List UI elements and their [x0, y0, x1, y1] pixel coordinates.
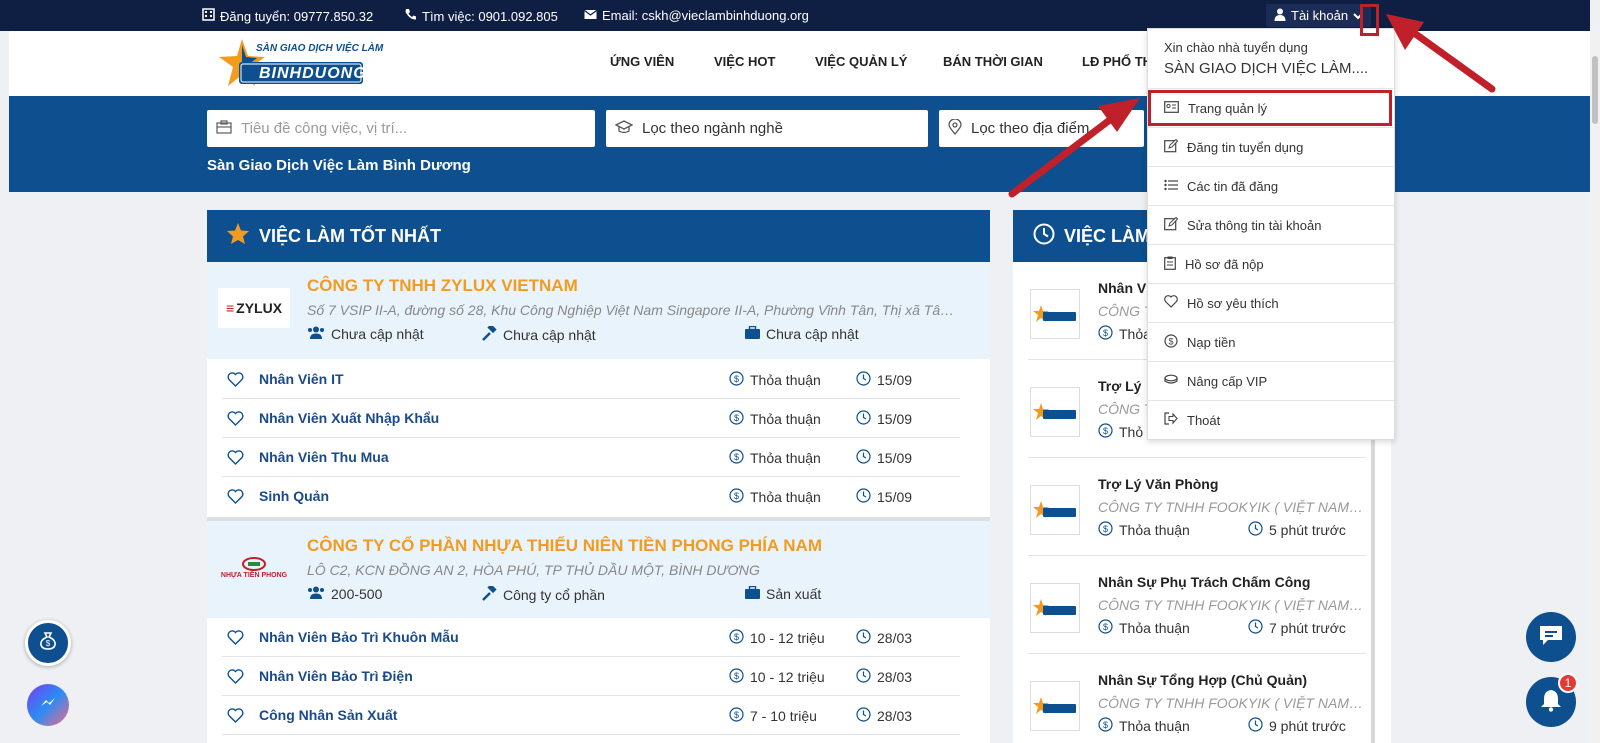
svg-text:$: $ — [46, 639, 51, 648]
page-scrollbar[interactable] — [1590, 31, 1600, 743]
messenger-icon — [38, 693, 58, 718]
notification-fab[interactable]: 1 — [1526, 673, 1578, 727]
wallet-fab[interactable]: $ — [25, 620, 71, 666]
messenger-fab[interactable] — [27, 684, 69, 726]
bell-icon — [1540, 688, 1562, 717]
page-scrollbar-thumb[interactable] — [1592, 56, 1598, 124]
chat-bubble-icon — [1538, 624, 1564, 651]
notification-badge: 1 — [1558, 673, 1578, 693]
chat-fab[interactable] — [1526, 612, 1576, 662]
money-bag-icon: $ — [38, 631, 58, 656]
annotation-arrows — [1008, 14, 1496, 198]
